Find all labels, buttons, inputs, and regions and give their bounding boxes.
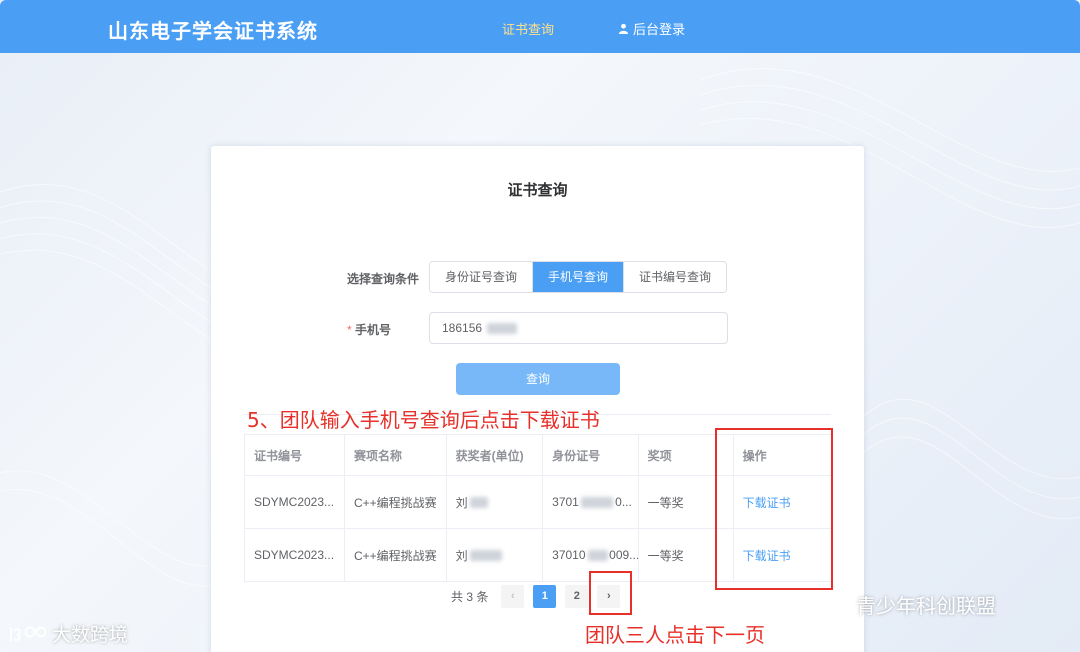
phone-label-text: 手机号 <box>355 323 392 337</box>
cell-id-no: 3701 0... <box>542 475 639 529</box>
nav-admin-login-label: 后台登录 <box>633 22 686 37</box>
page-2-button[interactable]: 2 <box>565 585 589 608</box>
cell-event: C++编程挑战赛 <box>343 475 447 529</box>
cell-winner: 刘 <box>445 475 544 529</box>
col-cert-no: 证书编号 <box>244 434 345 476</box>
wechat-icon <box>820 594 849 615</box>
card-title: 证书查询 <box>507 182 568 199</box>
phone-label: * 手机号 <box>347 321 391 338</box>
annotation-box-next-page <box>589 571 632 615</box>
cell-id-no-tail: 0... <box>615 495 632 509</box>
option-phone-query[interactable]: 手机号查询 <box>532 262 624 292</box>
prev-page-button[interactable]: ‹ <box>501 585 525 608</box>
watermark-left: 大数跨境 <box>8 620 128 647</box>
watermark-left-text: 大数跨境 <box>52 625 129 646</box>
annotation-step5: 5、团队输入手机号查询后点击下载证书 <box>247 408 600 432</box>
cell-winner-text: 刘 <box>455 548 468 563</box>
redaction-blur <box>581 497 614 508</box>
col-id-no: 身份证号 <box>542 434 639 476</box>
user-icon <box>618 23 629 34</box>
page-1-button[interactable]: 1 <box>533 585 557 608</box>
cell-winner-text: 刘 <box>455 495 468 510</box>
annotation-next-page: 团队三人点击下一页 <box>585 623 765 647</box>
phone-input-value: 186156 <box>442 321 483 335</box>
redaction-blur <box>487 323 517 334</box>
annotation-box-download <box>715 428 833 590</box>
option-id-card-query[interactable]: 身份证号查询 <box>430 262 533 292</box>
cell-event: C++编程挑战赛 <box>343 528 447 582</box>
option-cert-no-query[interactable]: 证书编号查询 <box>623 262 727 292</box>
condition-label: 选择查询条件 <box>347 272 420 286</box>
cell-id-no-text: 37010 <box>552 548 586 562</box>
phone-input[interactable]: 186156 <box>429 312 728 344</box>
site-title: 山东电子学会证书系统 <box>108 21 318 43</box>
brand-logo <box>9 626 47 641</box>
redaction-blur <box>588 550 609 561</box>
cell-id-no-tail: 009... <box>609 548 639 562</box>
cell-cert-no: SDYMC2023... <box>244 528 345 582</box>
cell-winner: 刘 <box>445 528 544 582</box>
col-event: 赛项名称 <box>343 434 447 476</box>
condition-segmented-control: 身份证号查询 手机号查询 证书编号查询 <box>429 261 728 293</box>
redaction-blur <box>469 550 502 561</box>
watermark-right: 青少年科创联盟 <box>820 590 996 619</box>
query-button[interactable]: 查询 <box>456 363 620 395</box>
top-header: 山东电子学会证书系统 证书查询 后台登录 <box>0 0 1080 53</box>
nav-cert-query[interactable]: 证书查询 <box>502 19 554 38</box>
cell-cert-no: SDYMC2023... <box>244 475 345 529</box>
pagination-total: 共 3 条 <box>451 590 489 604</box>
nav-admin-login[interactable]: 后台登录 <box>618 19 685 38</box>
col-winner: 获奖者(单位) <box>445 434 544 476</box>
required-mark: * <box>347 323 352 337</box>
cell-id-no-text: 3701 <box>552 495 579 509</box>
watermark-right-text: 青少年科创联盟 <box>856 596 996 618</box>
redaction-blur <box>469 497 488 508</box>
